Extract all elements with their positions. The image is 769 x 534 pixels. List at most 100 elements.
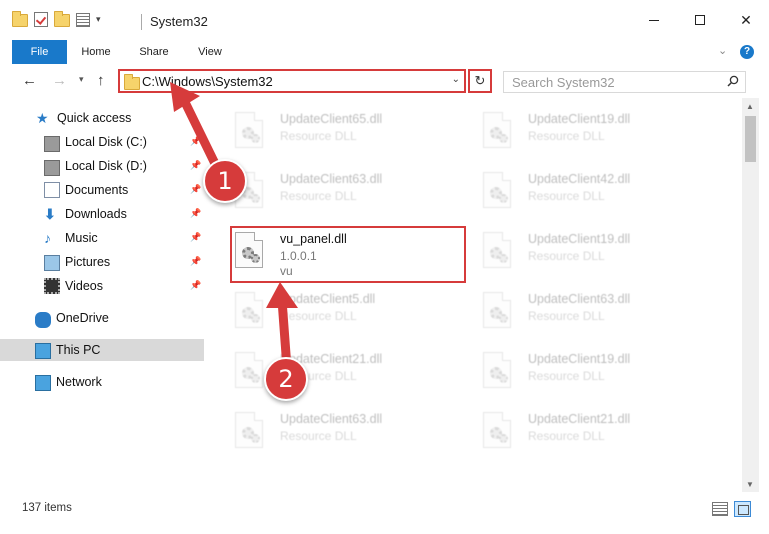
- item-count: 137 items: [22, 502, 72, 514]
- help-icon[interactable]: ?: [740, 45, 754, 59]
- documents-icon: [44, 182, 60, 198]
- nav-item-videos[interactable]: Videos 📌: [0, 275, 208, 297]
- pin-icon[interactable]: 📌: [190, 208, 201, 219]
- file-item[interactable]: UpdateClient63.dll Resource DLL: [233, 166, 473, 220]
- minimize-icon: [649, 19, 659, 21]
- search-placeholder: Search System32: [512, 75, 615, 90]
- file-item[interactable]: UpdateClient42.dll Resource DLL: [481, 166, 721, 220]
- search-input[interactable]: Search System32: [503, 71, 746, 93]
- file-item[interactable]: UpdateClient19.dll Resource DLL: [481, 106, 721, 160]
- nav-item-onedrive[interactable]: OneDrive: [0, 307, 208, 329]
- nav-item-label: Videos: [65, 279, 103, 293]
- file-item[interactable]: UpdateClient21.dll Resource DLL: [481, 406, 721, 460]
- properties-check-icon[interactable]: [34, 12, 48, 27]
- file-item[interactable]: UpdateClient63.dll Resource DLL: [481, 286, 721, 340]
- file-item[interactable]: UpdateClient63.dll Resource DLL: [233, 406, 473, 460]
- file-item[interactable]: UpdateClient19.dll Resource DLL: [481, 226, 721, 280]
- tab-share[interactable]: Share: [134, 40, 174, 64]
- up-button[interactable]: ↑: [97, 72, 105, 89]
- drive-icon: [44, 160, 60, 176]
- tiles-view-icon[interactable]: [734, 501, 751, 517]
- file-type: Resource DLL: [528, 189, 605, 203]
- file-name: UpdateClient63.dll: [528, 292, 631, 306]
- customize-list-icon[interactable]: [76, 12, 90, 27]
- details-view-icon[interactable]: [712, 502, 728, 516]
- address-folder-icon: [124, 74, 140, 90]
- refresh-button[interactable]: ↻: [468, 69, 492, 93]
- tab-home[interactable]: Home: [75, 40, 117, 64]
- file-type: Resource DLL: [280, 129, 357, 143]
- drive-icon: [44, 136, 60, 152]
- file-type: Resource DLL: [528, 429, 605, 443]
- file-type: Resource DLL: [280, 189, 357, 203]
- nav-item-label: Music: [65, 231, 98, 245]
- scroll-up-icon[interactable]: ▲: [746, 102, 754, 111]
- customize-qat-chevron-icon[interactable]: ▾: [96, 14, 101, 25]
- nav-item-this-pc[interactable]: This PC: [0, 339, 204, 361]
- file-item[interactable]: UpdateClient19.dll Resource DLL: [481, 346, 721, 400]
- file-name: UpdateClient42.dll: [528, 172, 631, 186]
- tab-view[interactable]: View: [192, 40, 228, 64]
- folder-icon[interactable]: [12, 11, 28, 27]
- scroll-thumb[interactable]: [745, 116, 756, 162]
- close-button[interactable]: ✕: [723, 0, 769, 40]
- pin-icon[interactable]: 📌: [190, 280, 201, 291]
- dll-file-icon: [481, 292, 513, 332]
- file-type: Resource DLL: [280, 429, 357, 443]
- music-icon: ♪: [44, 230, 51, 246]
- nav-item-downloads[interactable]: ⬇ Downloads 📌: [0, 203, 208, 225]
- file-highlight-box: [230, 226, 466, 283]
- pin-icon[interactable]: 📌: [190, 256, 201, 267]
- nav-item-label: Documents: [65, 183, 129, 197]
- search-icon[interactable]: [727, 75, 739, 87]
- pin-icon[interactable]: 📌: [190, 232, 201, 243]
- dll-file-icon: [481, 232, 513, 272]
- file-name: UpdateClient21.dll: [528, 412, 631, 426]
- file-name: UpdateClient19.dll: [528, 352, 631, 366]
- recent-locations-chevron-icon[interactable]: ▾: [79, 74, 84, 85]
- file-item[interactable]: UpdateClient65.dll Resource DLL: [233, 106, 473, 160]
- nav-item-label: Local Disk (D:): [65, 159, 147, 173]
- nav-item-label: Quick access: [57, 111, 132, 125]
- window-title: System32: [150, 14, 208, 29]
- forward-button[interactable]: →: [52, 72, 67, 89]
- downloads-icon: ⬇: [44, 206, 56, 222]
- dll-file-icon: [481, 352, 513, 392]
- star-icon: ★: [36, 110, 49, 126]
- step-badge-1: 1: [203, 159, 247, 203]
- file-type: Resource DLL: [528, 249, 605, 263]
- pictures-icon: [44, 255, 60, 271]
- nav-item-music[interactable]: ♪ Music 📌: [0, 227, 208, 249]
- new-folder-icon[interactable]: [54, 11, 70, 27]
- nav-item-network[interactable]: Network: [0, 371, 208, 393]
- nav-item-label: Downloads: [65, 207, 127, 221]
- tab-file[interactable]: File: [12, 40, 67, 64]
- file-name: UpdateClient19.dll: [528, 232, 631, 246]
- title-separator: [141, 14, 142, 30]
- scroll-down-icon[interactable]: ▼: [746, 480, 754, 489]
- back-button[interactable]: ←: [22, 72, 37, 89]
- dll-file-icon: [481, 112, 513, 152]
- nav-item-label: This PC: [56, 343, 101, 357]
- maximize-icon: [695, 15, 705, 25]
- network-icon: [35, 375, 51, 391]
- file-name: UpdateClient63.dll: [280, 412, 383, 426]
- file-type: Resource DLL: [528, 129, 605, 143]
- address-dropdown-chevron-icon[interactable]: ⌄: [452, 74, 460, 85]
- expand-ribbon-chevron-icon[interactable]: ⌄: [718, 44, 727, 57]
- ribbon-tabs: File Home Share View ⌄: [0, 40, 769, 64]
- onedrive-icon: [35, 312, 51, 328]
- title-bar: ▾ System32 ✕: [0, 0, 769, 40]
- vertical-scrollbar[interactable]: ▲ ▼: [742, 98, 759, 492]
- nav-item-label: Pictures: [65, 255, 111, 269]
- dll-file-icon: [233, 292, 265, 332]
- quick-access-toolbar: ▾: [12, 11, 101, 27]
- nav-item-label: Local Disk (C:): [65, 135, 147, 149]
- status-bar: 137 items: [0, 492, 769, 534]
- address-row: ← → ▾ ↑ C:\Windows\System32 ⌄ ↻ Search S…: [0, 64, 769, 98]
- nav-item-pictures[interactable]: Pictures 📌: [0, 251, 208, 273]
- minimize-button[interactable]: [631, 0, 677, 40]
- maximize-button[interactable]: [677, 0, 723, 40]
- file-type: Resource DLL: [528, 309, 605, 323]
- dll-file-icon: [233, 412, 265, 452]
